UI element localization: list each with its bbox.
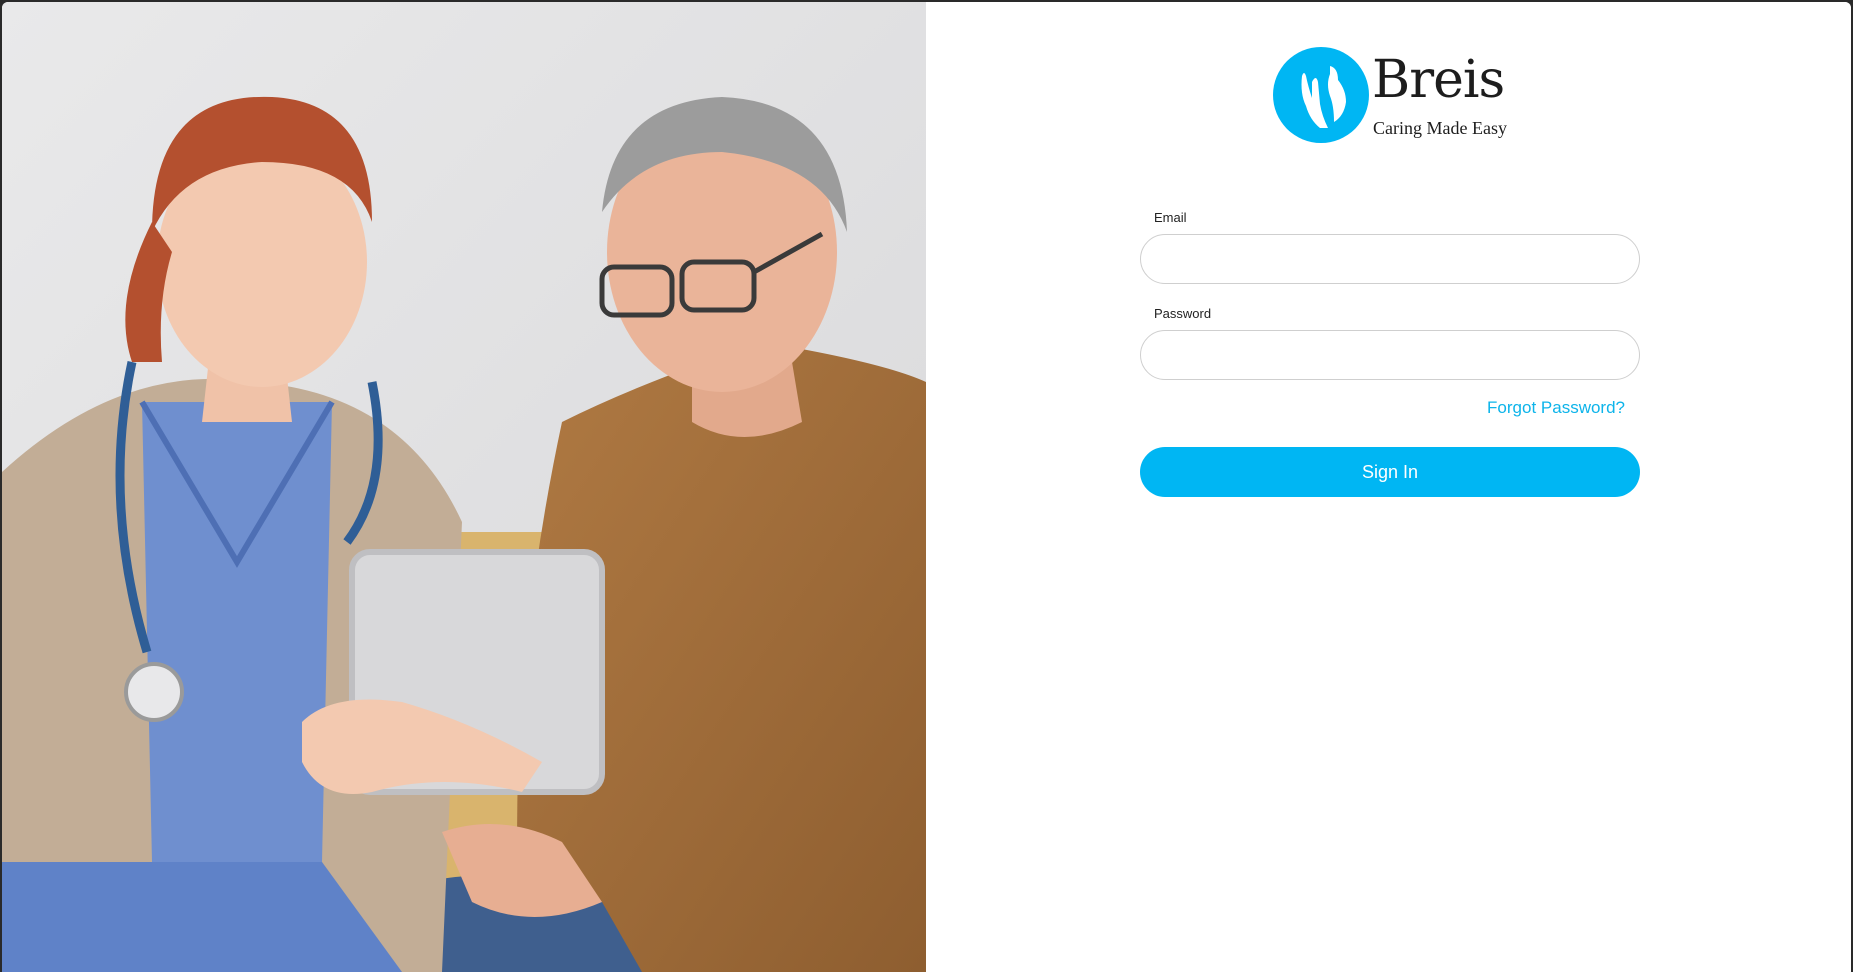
brand-logo: Breis Caring Made Easy (1272, 46, 1512, 146)
forgot-password-link[interactable]: Forgot Password? (1487, 398, 1625, 417)
email-label: Email (1154, 210, 1187, 225)
email-field[interactable] (1140, 234, 1640, 284)
sign-in-button[interactable]: Sign In (1140, 447, 1640, 497)
brand-name: Breis (1372, 50, 1505, 110)
hero-photo (2, 2, 926, 972)
login-panel: Breis Caring Made Easy Email Password Fo… (926, 2, 1851, 972)
caregiver-photo (2, 2, 926, 972)
password-field[interactable] (1140, 330, 1640, 380)
forgot-row: Forgot Password? (1140, 398, 1640, 422)
app-window: Breis Caring Made Easy Email Password Fo… (2, 2, 1851, 972)
password-label: Password (1154, 306, 1212, 321)
login-form: Email Password Forgot Password? Sign In (1140, 210, 1640, 497)
caring-hands-icon (1273, 47, 1369, 143)
brand-tagline: Caring Made Easy (1373, 118, 1507, 138)
